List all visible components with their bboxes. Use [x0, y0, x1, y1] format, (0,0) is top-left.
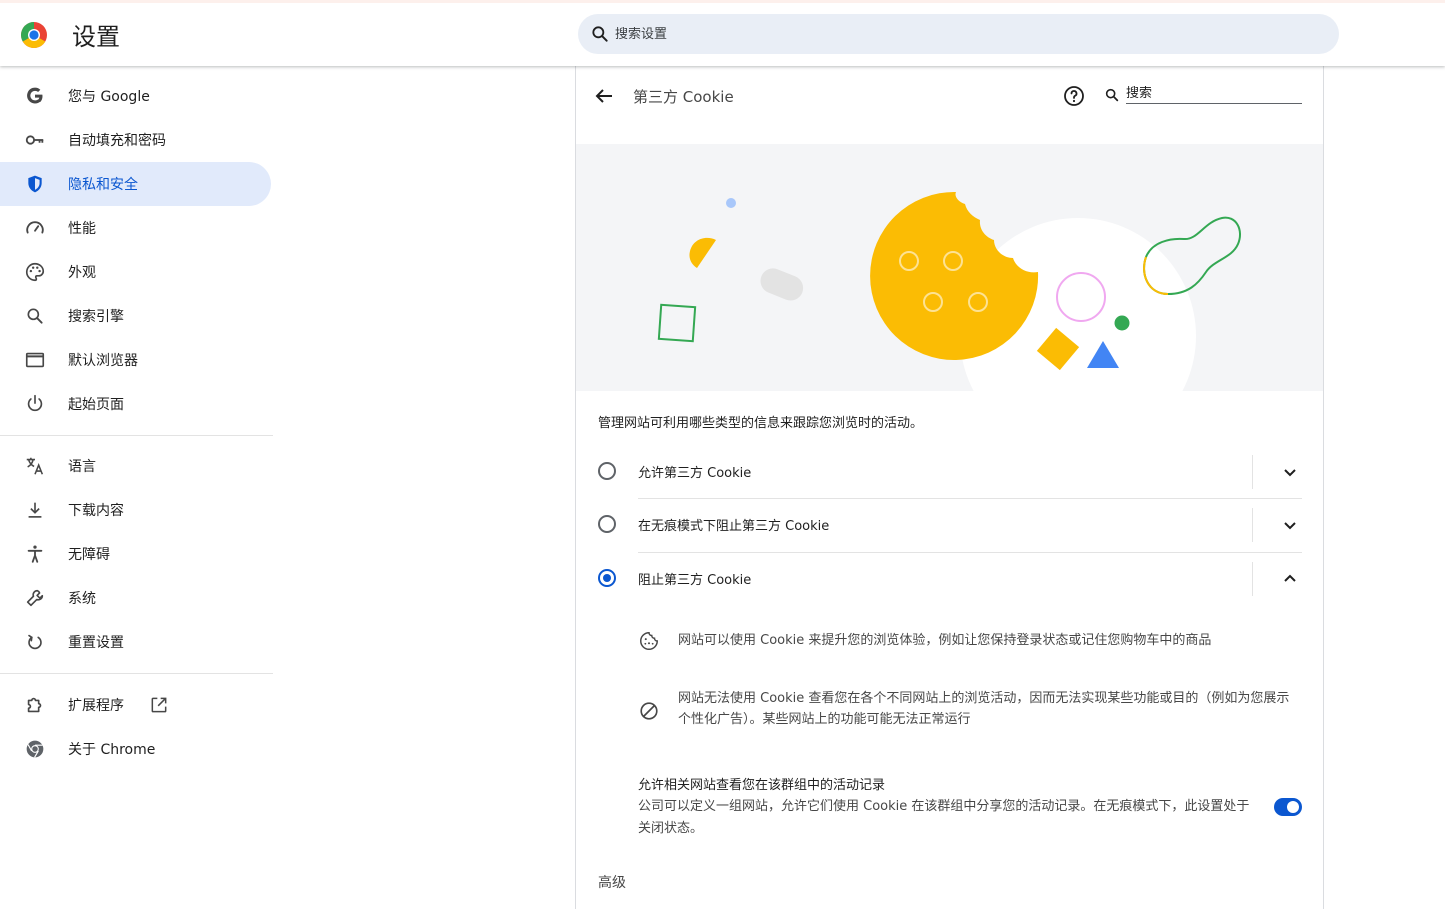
sidebar-item-reset[interactable]: 重置设置	[0, 620, 271, 664]
google-g-icon	[24, 85, 46, 107]
translate-icon	[24, 455, 46, 477]
page-title: 设置	[72, 23, 120, 51]
sidebar-item-label: 重置设置	[68, 635, 124, 651]
search-icon	[1105, 88, 1119, 102]
download-icon	[24, 499, 46, 521]
panel-search[interactable]	[1104, 84, 1302, 106]
shield-icon	[24, 173, 46, 195]
sidebar-item-label: 外观	[68, 265, 96, 281]
sidebar-item-label: 默认浏览器	[68, 353, 138, 369]
detail-row-tracking-blocked: 网站无法使用 Cookie 查看您在各个不同网站上的浏览活动，因而无法实现某些功…	[638, 688, 1302, 734]
option-label: 允许第三方 Cookie	[638, 466, 752, 481]
sidebar-item-label: 关于 Chrome	[68, 742, 156, 758]
sidebar-item-you-and-google[interactable]: 您与 Google	[0, 74, 271, 118]
accessibility-icon	[24, 543, 46, 565]
sidebar-item-appearance[interactable]: 外观	[0, 250, 271, 294]
search-icon	[24, 305, 46, 327]
detail-text: 网站无法使用 Cookie 查看您在各个不同网站上的浏览活动，因而无法实现某些功…	[678, 691, 1290, 727]
sidebar-item-label: 起始页面	[68, 397, 124, 413]
sidebar-item-label: 无障碍	[68, 547, 110, 563]
sidebar-item-extensions[interactable]: 扩展程序	[0, 683, 271, 727]
option-label: 在无痕模式下阻止第三方 Cookie	[638, 519, 830, 534]
sidebar-divider	[0, 673, 273, 674]
power-icon	[24, 393, 46, 415]
browser-window-icon	[24, 349, 46, 371]
option-label: 阻止第三方 Cookie	[638, 573, 752, 588]
advanced-section-heading: 高级	[598, 875, 626, 891]
option-allow-third-party-cookies[interactable]: 允许第三方 Cookie	[596, 445, 1302, 498]
sidebar-item-label: 语言	[68, 459, 96, 475]
palette-icon	[24, 261, 46, 283]
speedometer-icon	[24, 217, 46, 239]
chevron-down-icon[interactable]	[1278, 460, 1302, 484]
chevron-up-icon[interactable]	[1278, 567, 1302, 591]
block-icon	[640, 702, 658, 720]
app-header: 设置	[0, 0, 1445, 66]
option-separator	[1252, 562, 1253, 596]
back-arrow-icon[interactable]	[592, 84, 616, 108]
detail-text: 网站可以使用 Cookie 来提升您的浏览体验，例如让您保持登录状态或记住您购物…	[678, 633, 1212, 648]
panel-title: 第三方 Cookie	[633, 88, 734, 106]
cookie-illustration-art	[657, 191, 1241, 391]
radio-button-selected[interactable]	[598, 569, 616, 587]
sidebar-item-label: 系统	[68, 591, 96, 607]
related-sites-setting: 允许相关网站查看您在该群组中的活动记录 公司可以定义一组网站，允许它们使用 Co…	[638, 774, 1302, 844]
settings-sidebar: 您与 Google 自动填充和密码 隐私和安全 性能 外观 搜索引擎 默认浏览器…	[0, 66, 275, 909]
sidebar-item-default-browser[interactable]: 默认浏览器	[0, 338, 271, 382]
cookie-icon	[640, 632, 658, 650]
settings-search-box[interactable]	[578, 14, 1339, 54]
search-icon	[592, 26, 608, 42]
reset-icon	[24, 631, 46, 653]
cookie-illustration	[576, 144, 1323, 391]
chrome-logo-icon	[21, 22, 47, 48]
wrench-icon	[24, 587, 46, 609]
panel-description: 管理网站可利用哪些类型的信息来跟踪您浏览时的活动。	[598, 416, 924, 431]
sidebar-item-performance[interactable]: 性能	[0, 206, 271, 250]
sidebar-item-system[interactable]: 系统	[0, 576, 271, 620]
key-icon	[24, 129, 46, 151]
option-separator	[1252, 455, 1253, 489]
option-block-third-party-cookies[interactable]: 阻止第三方 Cookie	[596, 552, 1302, 605]
settings-search-input[interactable]	[615, 26, 1215, 42]
sidebar-item-about-chrome[interactable]: 关于 Chrome	[0, 727, 271, 771]
panel-search-input[interactable]	[1126, 86, 1302, 104]
sidebar-item-downloads[interactable]: 下载内容	[0, 488, 271, 532]
sidebar-item-label: 隐私和安全	[68, 177, 138, 193]
sidebar-item-privacy[interactable]: 隐私和安全	[0, 162, 271, 206]
sidebar-item-label: 下载内容	[68, 503, 124, 519]
sidebar-item-on-startup[interactable]: 起始页面	[0, 382, 271, 426]
related-sites-description: 公司可以定义一组网站，允许它们使用 Cookie 在该群组中分享您的活动记录。在…	[638, 799, 1250, 836]
sidebar-divider	[0, 435, 273, 436]
sidebar-item-label: 您与 Google	[68, 89, 150, 105]
sidebar-item-label: 搜索引擎	[68, 309, 124, 325]
external-link-icon	[151, 697, 167, 713]
chrome-icon	[24, 738, 46, 760]
puzzle-icon	[24, 694, 46, 716]
related-sites-toggle[interactable]	[1274, 798, 1302, 816]
option-block-in-incognito[interactable]: 在无痕模式下阻止第三方 Cookie	[596, 498, 1302, 551]
radio-button[interactable]	[598, 462, 616, 480]
option-separator	[1252, 508, 1253, 542]
sidebar-item-label: 自动填充和密码	[68, 133, 166, 149]
sidebar-item-autofill[interactable]: 自动填充和密码	[0, 118, 271, 162]
radio-button[interactable]	[598, 515, 616, 533]
third-party-cookies-panel: 第三方 Cookie 管理网站可利用哪些类型的信息来跟踪	[575, 66, 1324, 909]
sidebar-item-languages[interactable]: 语言	[0, 444, 271, 488]
chevron-down-icon[interactable]	[1278, 513, 1302, 537]
related-sites-title: 允许相关网站查看您在该群组中的活动记录	[638, 778, 886, 793]
sidebar-item-accessibility[interactable]: 无障碍	[0, 532, 271, 576]
sidebar-item-label: 性能	[68, 221, 96, 237]
sidebar-item-search-engine[interactable]: 搜索引擎	[0, 294, 271, 338]
help-icon[interactable]	[1062, 84, 1086, 108]
sidebar-item-label: 扩展程序	[68, 698, 124, 714]
detail-row-cookies-allowed: 网站可以使用 Cookie 来提升您的浏览体验，例如让您保持登录状态或记住您购物…	[638, 629, 1302, 653]
